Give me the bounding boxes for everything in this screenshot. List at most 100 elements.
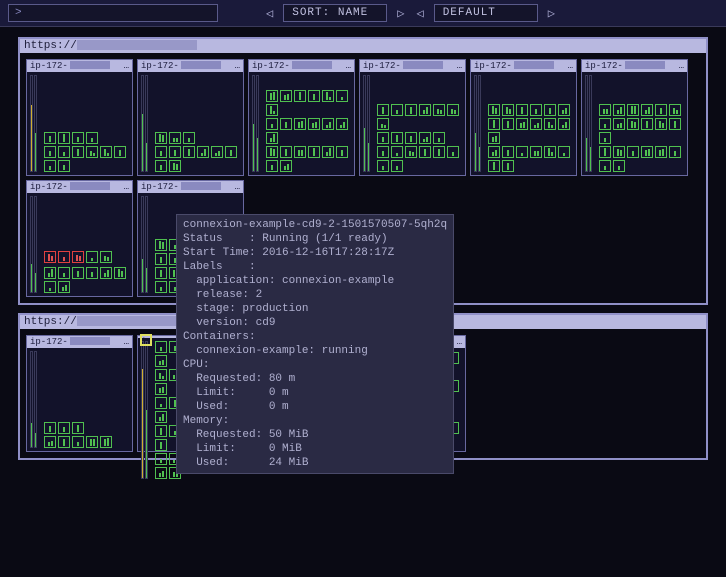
- pod[interactable]: [58, 132, 70, 144]
- pod[interactable]: [58, 146, 70, 158]
- pod[interactable]: [641, 118, 653, 130]
- pod[interactable]: [544, 146, 556, 158]
- pod[interactable]: [516, 118, 528, 130]
- pod[interactable]: [155, 439, 167, 451]
- pod[interactable]: [266, 90, 278, 102]
- pod[interactable]: [599, 104, 611, 116]
- node[interactable]: ip-172-…: [26, 335, 133, 452]
- highlighted-pod[interactable]: [140, 334, 152, 346]
- pod[interactable]: [58, 160, 70, 172]
- node[interactable]: ip-172-…: [470, 59, 577, 176]
- pod[interactable]: [155, 383, 167, 395]
- pod[interactable]: [558, 118, 570, 130]
- pod[interactable]: [447, 146, 459, 158]
- pod[interactable]: [433, 146, 445, 158]
- pod[interactable]: [377, 132, 389, 144]
- pod[interactable]: [225, 146, 237, 158]
- sort-dropdown[interactable]: SORT: NAME: [283, 4, 387, 22]
- pod[interactable]: [183, 146, 195, 158]
- pod[interactable]: [447, 104, 459, 116]
- pod[interactable]: [280, 146, 292, 158]
- node[interactable]: ip-172-…: [581, 59, 688, 176]
- pod[interactable]: [530, 104, 542, 116]
- pod[interactable]: [544, 104, 556, 116]
- pod[interactable]: [669, 146, 681, 158]
- pod[interactable]: [391, 146, 403, 158]
- pod[interactable]: [502, 104, 514, 116]
- pod[interactable]: [655, 104, 667, 116]
- pod[interactable]: [44, 132, 56, 144]
- pod[interactable]: [155, 411, 167, 423]
- pod[interactable]: [72, 422, 84, 434]
- pod[interactable]: [391, 104, 403, 116]
- pod[interactable]: [44, 267, 56, 279]
- pod[interactable]: [336, 146, 348, 158]
- pod[interactable]: [599, 118, 611, 130]
- node[interactable]: ip-172-…: [26, 180, 133, 297]
- pod[interactable]: [169, 146, 181, 158]
- pod[interactable]: [155, 267, 167, 279]
- pod[interactable]: [155, 425, 167, 437]
- pod[interactable]: [669, 104, 681, 116]
- pod[interactable]: [641, 104, 653, 116]
- pod[interactable]: [322, 146, 334, 158]
- pod[interactable]: [266, 146, 278, 158]
- pod[interactable]: [377, 160, 389, 172]
- pod[interactable]: [294, 118, 306, 130]
- pod[interactable]: [502, 118, 514, 130]
- pod[interactable]: [613, 146, 625, 158]
- theme-next-button[interactable]: ▷: [546, 6, 557, 21]
- pod[interactable]: [58, 436, 70, 448]
- pod[interactable]: [655, 146, 667, 158]
- pod[interactable]: [405, 146, 417, 158]
- pod[interactable]: [72, 132, 84, 144]
- pod[interactable]: [155, 146, 167, 158]
- search-box[interactable]: >: [8, 4, 218, 22]
- pod[interactable]: [405, 104, 417, 116]
- node[interactable]: ip-172-…: [359, 59, 466, 176]
- pod[interactable]: [58, 422, 70, 434]
- pod[interactable]: [544, 118, 556, 130]
- pod[interactable]: [155, 355, 167, 367]
- pod[interactable]: [280, 90, 292, 102]
- pod[interactable]: [100, 436, 112, 448]
- pod[interactable]: [655, 118, 667, 130]
- pod[interactable]: [294, 90, 306, 102]
- pod[interactable]: [669, 118, 681, 130]
- pod[interactable]: [613, 118, 625, 130]
- pod[interactable]: [86, 251, 98, 263]
- pod[interactable]: [266, 160, 278, 172]
- pod[interactable]: [155, 369, 167, 381]
- pod[interactable]: [336, 118, 348, 130]
- pod[interactable]: [322, 90, 334, 102]
- pod[interactable]: [155, 341, 167, 353]
- pod[interactable]: [516, 146, 528, 158]
- pod[interactable]: [155, 467, 167, 479]
- pod[interactable]: [72, 251, 84, 263]
- sort-prev-button[interactable]: ◁: [264, 6, 275, 21]
- pod[interactable]: [266, 118, 278, 130]
- pod[interactable]: [72, 267, 84, 279]
- pod[interactable]: [613, 104, 625, 116]
- pod[interactable]: [266, 104, 278, 116]
- pod[interactable]: [114, 146, 126, 158]
- pod[interactable]: [86, 146, 98, 158]
- pod[interactable]: [599, 146, 611, 158]
- pod[interactable]: [419, 146, 431, 158]
- pod[interactable]: [530, 146, 542, 158]
- pod[interactable]: [169, 132, 181, 144]
- pod[interactable]: [100, 267, 112, 279]
- pod[interactable]: [155, 397, 167, 409]
- sort-next-button[interactable]: ▷: [395, 6, 406, 21]
- pod[interactable]: [155, 132, 167, 144]
- pod[interactable]: [377, 146, 389, 158]
- pod[interactable]: [155, 160, 167, 172]
- pod[interactable]: [391, 132, 403, 144]
- pod[interactable]: [308, 118, 320, 130]
- pod[interactable]: [183, 132, 195, 144]
- pod[interactable]: [308, 90, 320, 102]
- pod[interactable]: [58, 281, 70, 293]
- pod[interactable]: [558, 146, 570, 158]
- pod[interactable]: [488, 146, 500, 158]
- node[interactable]: ip-172-…: [26, 59, 133, 176]
